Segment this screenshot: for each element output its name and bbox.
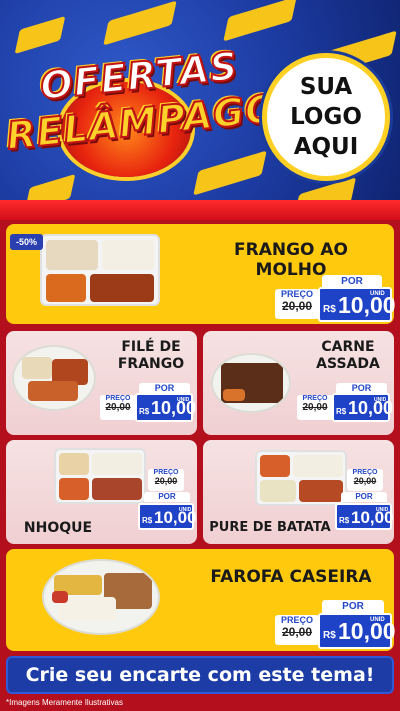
logo-text-line3: AQUI [293, 134, 359, 160]
lightning-bolt [223, 0, 297, 42]
por-label: POR [322, 600, 384, 613]
old-price: 20,00 [302, 402, 328, 413]
cta-text: Crie seu encarte com este tema! [25, 664, 375, 686]
logo-text-line1: SUA [299, 74, 353, 100]
product-image [40, 234, 160, 306]
old-price-box: PREÇO 20,00 [275, 615, 319, 645]
price-currency: R$ [142, 516, 153, 525]
product-image [12, 345, 96, 411]
preco-label: PREÇO [352, 469, 378, 476]
old-price-box: PREÇO 20,00 [347, 469, 383, 491]
footnote: *Imagens Meramente Ilustrativas [6, 698, 123, 707]
por-label: POR [144, 492, 190, 502]
old-price-box: PREÇO 20,00 [275, 289, 319, 319]
por-label: POR [341, 492, 387, 502]
price-currency: R$ [339, 516, 350, 525]
price-value: 10,00 [151, 398, 197, 418]
product-name: FAROFA CASEIRA [210, 567, 372, 587]
old-price-box: PREÇO 20,00 [148, 469, 184, 491]
price-value: 10,00 [348, 398, 394, 418]
new-price-box: R$ 10,00 UNID [335, 503, 394, 530]
header-banner: OFERTAS RELÂMPAGO SUA LOGO AQUI [0, 0, 400, 210]
price-currency: R$ [139, 407, 150, 416]
old-price: 20,00 [105, 402, 131, 413]
preco-label: PREÇO [153, 469, 179, 476]
product-name: CARNE ASSADA [303, 339, 393, 373]
price-currency: R$ [336, 407, 347, 416]
old-price-box: PREÇO 20,00 [100, 395, 136, 420]
product-name: NHOQUE [23, 520, 93, 536]
price-currency: R$ [323, 630, 336, 641]
logo-placeholder: SUA LOGO AQUI [262, 53, 390, 181]
old-price: 20,00 [154, 476, 178, 486]
product-name: PURE DE BATATA [209, 520, 331, 535]
preco-label: PREÇO [280, 615, 313, 625]
new-price-box: R$ 10,00 UNID [318, 613, 396, 649]
price-unit: UNID [374, 397, 387, 403]
product-name: FILÉ DE FRANGO [106, 339, 196, 373]
price-unit: UNID [179, 507, 192, 513]
price-unit: UNID [370, 291, 385, 297]
product-name-line2: ASSADA [316, 356, 380, 372]
price-currency: R$ [323, 304, 336, 315]
old-price: 20,00 [353, 476, 377, 486]
divider-band [0, 200, 400, 220]
lightning-bolt [14, 15, 66, 55]
logo-text-line2: LOGO [290, 104, 362, 130]
discount-badge: -50% [10, 234, 44, 250]
new-price-box: R$ 10,00 UNID [332, 393, 394, 422]
preco-label: PREÇO [105, 395, 131, 402]
brand-title: OFERTAS RELÂMPAGO [3, 43, 281, 187]
product-name-line1: CARNE [321, 339, 375, 355]
price-unit: UNID [370, 617, 385, 623]
new-price-box: R$ 10,00 UNID [138, 503, 197, 530]
old-price: 20,00 [281, 625, 313, 639]
lightning-bolt [103, 0, 177, 46]
price-value: 10,00 [338, 292, 396, 318]
product-image [211, 353, 291, 413]
product-name: FRANGO AO MOLHO [233, 240, 349, 280]
cta-banner[interactable]: Crie seu encarte com este tema! [6, 656, 394, 694]
price-unit: UNID [177, 397, 190, 403]
preco-label: PREÇO [302, 395, 328, 402]
old-price: 20,00 [281, 299, 313, 313]
product-image [54, 448, 146, 504]
new-price-box: R$ 10,00 UNID [318, 287, 396, 322]
product-name-line2: FRANGO [117, 356, 185, 372]
product-image [255, 450, 347, 506]
new-price-box: R$ 10,00 UNID [135, 393, 197, 422]
price-unit: UNID [376, 507, 389, 513]
product-image [42, 559, 160, 635]
product-name-line1: FILÉ DE [121, 339, 181, 355]
preco-label: PREÇO [280, 289, 313, 299]
price-value: 10,00 [338, 618, 396, 644]
old-price-box: PREÇO 20,00 [297, 395, 333, 420]
